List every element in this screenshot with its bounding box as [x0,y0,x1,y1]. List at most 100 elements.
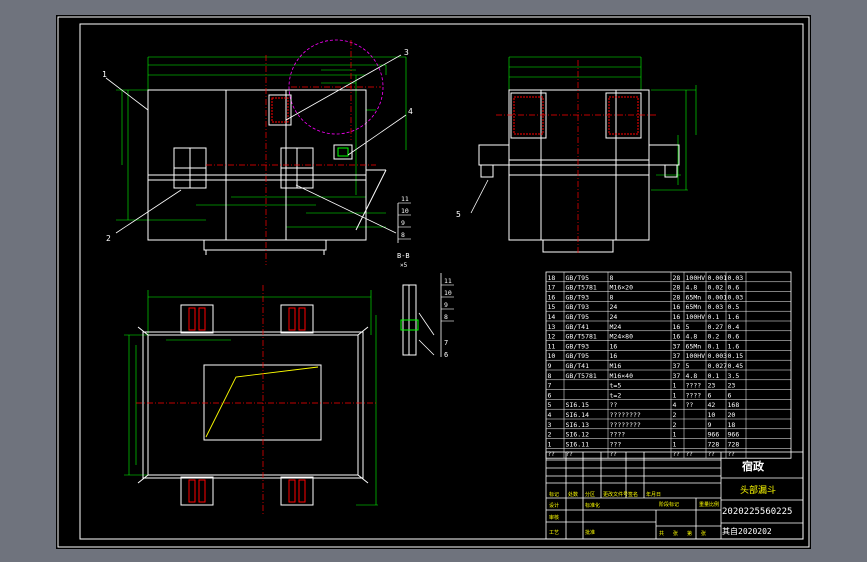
svg-text:张: 张 [701,530,706,537]
stack-a-11: 11 [401,195,409,203]
bom-cell: 0.45 [728,362,744,370]
bom-cell: 16 [548,293,556,301]
bom-cell: 2 [673,421,677,429]
bom-cell: 6 [708,391,712,399]
bom-cell: 0.003 [708,352,728,360]
bom-cell: GB/T5781 [566,284,597,292]
plan-view [124,285,378,515]
bom-cell: 8 [610,274,614,282]
svg-text:更改文件号: 更改文件号 [603,491,628,498]
bom-cell: M24×80 [610,333,634,341]
bom-cell: 966 [708,431,720,439]
bom-cell: ???? [686,391,702,399]
bom-cell: 16 [610,342,618,350]
bom-cell: 0.1 [708,372,720,380]
bom-cell: 0.02 [708,284,724,292]
bom-cell: ?? [610,401,618,409]
stack-b-11: 11 [444,277,452,285]
bom-cell: GB/T93 [566,342,590,350]
bom-cell: 966 [728,431,740,439]
bom-cell: 16 [673,323,681,331]
bom-cell: 13 [548,323,556,331]
bom-cell: 2 [673,411,677,419]
stack-a-9: 9 [401,219,405,227]
bom-cell: 4 [548,411,552,419]
bom-cell: 100HV [686,274,706,282]
bom-cell: GB/T5781 [566,333,597,341]
bom-cell: ?? [686,401,694,409]
bom-cell: 37 [673,362,681,370]
bom-cell: 24 [610,303,618,311]
bom-cell: 65Mn [686,293,702,301]
bom-cell: 28 [673,284,681,292]
bom-cell: 100HV [686,313,706,321]
bom-cell: 0.15 [728,352,744,360]
bom-cell: 1 [673,391,677,399]
section-b-b-label: B-B [397,252,410,260]
bom-cell: 18 [728,421,736,429]
bom-cell: 6 [728,391,732,399]
bom-cell: 16 [610,352,618,360]
bom-cell: 23 [708,382,716,390]
bom-cell: 2 [548,431,552,439]
drawing-number: 2020225560225 [722,507,792,517]
callout-4: 4 [408,107,413,116]
bom-cell: 10 [548,352,556,360]
bom-cell: GB/T41 [566,323,590,331]
cad-viewport[interactable]: 1 2 3 4 11 10 9 8 5 B-B ×5 11 10 9 8 7 6… [0,0,867,562]
bom-cell: 37 [673,342,681,350]
bom-cell: GB/T41 [566,362,590,370]
bom-cell: SI6.13 [566,421,590,429]
bom-cell: 65Mn [686,342,702,350]
drawing-name: 头部漏斗 [740,484,776,496]
drawing-number-sub: 其自2020202 [722,526,772,536]
bom-cell: M16 [610,362,622,370]
bom-cell: 0.2 [708,333,720,341]
bom-cell: 4.8 [686,333,698,341]
bom-cell: 0.4 [728,323,740,331]
bom-cell: M16×40 [610,372,634,380]
stack-b-8: 8 [444,313,448,321]
svg-text:工艺: 工艺 [549,530,559,536]
callout-1: 1 [102,70,107,79]
stack-labels-a: 11 10 9 8 [397,195,411,243]
bom-cell: 9 [708,421,712,429]
svg-text:签名: 签名 [628,491,638,498]
bom-cell: 100HV [686,352,706,360]
bom-cell: GB/T93 [566,303,590,311]
bom-cell: 1.6 [728,313,740,321]
drawing-sheet: 1 2 3 4 11 10 9 8 5 B-B ×5 11 10 9 8 7 6… [56,15,811,549]
front-view [105,39,407,265]
bom-cell: 15 [548,303,556,311]
bom-cell: ???? [686,382,702,390]
bom-cell: 24 [610,313,618,321]
bom-cell: M16×20 [610,284,634,292]
svg-text:设计: 设计 [549,502,559,509]
bom-cell: 4 [673,401,677,409]
bom-cell: 18 [548,274,556,282]
svg-text:分区: 分区 [585,491,595,498]
bom-cell: 1 [673,440,677,448]
bom-cell: 1 [673,431,677,439]
stack-b-9: 9 [444,301,448,309]
bom-cell: t=5 [610,382,622,390]
bom-cell: 42 [708,401,716,409]
svg-text:比例: 比例 [709,501,719,508]
bom-cell: 14 [548,313,556,321]
bom-cell: 16 [673,333,681,341]
stack-a-8: 8 [401,231,405,239]
bom-cell: 0.27 [708,323,724,331]
bom-cell: 0.03 [708,303,724,311]
bom-cell: SI6.11 [566,440,590,448]
bom-cell: 0.6 [728,333,740,341]
bom-cell: GB/T95 [566,313,590,321]
svg-text:处数: 处数 [568,491,578,498]
svg-text:审核: 审核 [549,514,559,521]
bom-cell: GB/T93 [566,293,590,301]
side-view [470,56,697,255]
bom-cell: GB/T95 [566,352,590,360]
bom-cell: 0.5 [728,303,740,311]
stack-a-10: 10 [401,207,409,215]
callout-6: 6 [444,351,448,359]
bom-cell: 0.03 [728,293,744,301]
